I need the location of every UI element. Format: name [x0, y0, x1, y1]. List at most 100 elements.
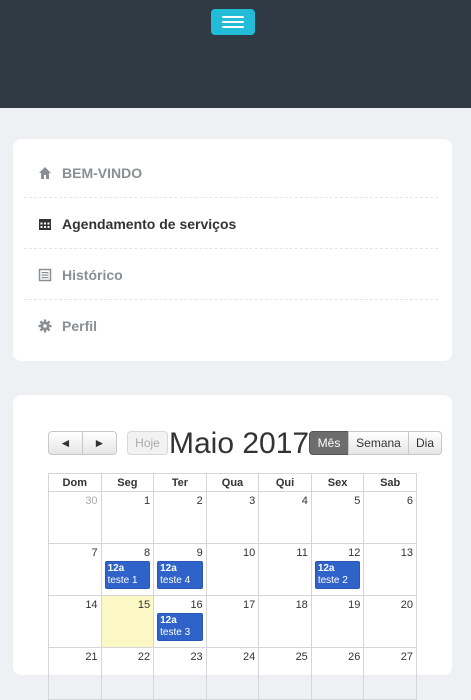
week-row: 7 8 12a teste 1 9 12a teste 4 10 11 12 1…: [48, 543, 417, 596]
day-number: 5: [354, 495, 361, 507]
nav-item-bem-vindo[interactable]: BEM-VINDO: [24, 148, 438, 198]
event-time: 12a: [317, 563, 335, 574]
day-number: 15: [137, 599, 151, 611]
hamburger-icon-bar: [222, 26, 244, 28]
weekday-header: Sex: [310, 473, 365, 492]
view-week-button[interactable]: Semana: [348, 431, 409, 455]
gear-icon: [38, 319, 52, 333]
day-cell[interactable]: 25: [258, 647, 312, 700]
weekday-header: Sab: [363, 473, 417, 492]
day-number: 6: [406, 495, 413, 507]
day-number: 17: [243, 599, 256, 611]
nav-item-historico[interactable]: Histórico: [24, 250, 438, 300]
calendar-event[interactable]: 12a teste 3: [157, 613, 203, 641]
day-cell[interactable]: 26: [310, 647, 365, 700]
day-cell[interactable]: 21: [48, 647, 102, 700]
weekday-header: Seg: [100, 473, 155, 492]
nav-item-label: Perfil: [62, 318, 98, 334]
day-cell[interactable]: 19: [310, 595, 365, 648]
weekday-header-row: Dom Seg Ter Qua Qui Sex Sab: [48, 473, 417, 492]
month-grid: Dom Seg Ter Qua Qui Sex Sab 30 1 2 3 4 5…: [48, 473, 417, 700]
day-cell[interactable]: 10: [205, 543, 260, 596]
day-cell[interactable]: 13: [363, 543, 417, 596]
event-title: teste 1: [107, 575, 138, 586]
day-number: 14: [85, 599, 98, 611]
day-cell[interactable]: 27: [363, 647, 417, 700]
day-number: 1: [144, 495, 151, 507]
day-number: 10: [243, 547, 256, 559]
nav-item-perfil[interactable]: Perfil: [24, 301, 438, 351]
day-cell[interactable]: 23: [153, 647, 207, 700]
day-cell[interactable]: 22: [100, 647, 155, 700]
day-number: 30: [85, 495, 98, 507]
day-cell[interactable]: 6: [363, 491, 417, 544]
day-cell[interactable]: 3: [205, 491, 260, 544]
home-icon: [39, 166, 51, 179]
day-cell[interactable]: 12 12a teste 2: [310, 543, 365, 596]
day-number: 25: [295, 651, 308, 663]
event-title: teste 2: [317, 575, 348, 586]
day-cell[interactable]: 2: [153, 491, 207, 544]
day-cell[interactable]: 24: [205, 647, 260, 700]
day-cell[interactable]: 9 12a teste 4: [153, 543, 207, 596]
calendar-event[interactable]: 12a teste 1: [104, 561, 151, 589]
day-number: 26: [348, 651, 361, 663]
day-number: 19: [348, 599, 361, 611]
nav-item-label: Agendamento de serviços: [62, 215, 237, 232]
day-cell[interactable]: 5: [310, 491, 365, 544]
top-navbar: [0, 0, 471, 108]
event-title: teste 3: [160, 627, 191, 638]
day-number: 12: [348, 547, 361, 559]
day-number: 27: [400, 651, 413, 663]
day-number: 18: [295, 599, 308, 611]
day-cell[interactable]: 11: [258, 543, 312, 596]
view-day-button[interactable]: Dia: [408, 431, 442, 455]
day-number: 22: [137, 651, 151, 663]
view-month-button[interactable]: Mês: [309, 431, 349, 455]
day-number: 11: [296, 547, 308, 559]
prev-month-button[interactable]: ◄: [48, 431, 83, 455]
today-cell[interactable]: 15: [100, 595, 155, 648]
day-cell[interactable]: 16 12a teste 3: [153, 595, 207, 648]
nav-item-label: BEM-VINDO: [62, 164, 143, 181]
week-row: 14 15 16 12a teste 3 17 18 19 20: [48, 595, 417, 648]
event-time: 12a: [107, 563, 125, 574]
day-cell[interactable]: 30: [48, 491, 102, 544]
day-number: 24: [243, 651, 256, 663]
day-number: 7: [91, 547, 98, 559]
day-cell[interactable]: 8 12a teste 1: [100, 543, 155, 596]
weekday-header: Qua: [205, 473, 260, 492]
day-cell[interactable]: 17: [205, 595, 260, 648]
day-cell[interactable]: 1: [100, 491, 155, 544]
week-row: 21 22 23 24 25 26 27: [48, 647, 417, 700]
day-number: 21: [85, 651, 98, 663]
nav-item-agendamento[interactable]: Agendamento de serviços: [24, 199, 438, 249]
day-cell[interactable]: 20: [363, 595, 417, 648]
day-number: 2: [196, 495, 203, 507]
day-number: 8: [144, 547, 151, 559]
event-time: 12a: [160, 563, 177, 574]
nav-item-label: Histórico: [62, 266, 123, 283]
day-cell[interactable]: 7: [48, 543, 102, 596]
hamburger-icon: [222, 16, 244, 18]
day-cell[interactable]: 14: [48, 595, 102, 648]
day-number: 9: [196, 547, 203, 559]
calendar-event[interactable]: 12a teste 2: [314, 561, 361, 589]
day-cell[interactable]: 4: [258, 491, 312, 544]
next-month-button[interactable]: ►: [82, 431, 117, 455]
day-number: 13: [400, 547, 413, 559]
navigation-menu: BEM-VINDO Agendamento de serviços Histór…: [13, 139, 452, 361]
menu-toggle-button[interactable]: [211, 9, 255, 35]
day-number: 16: [190, 599, 203, 611]
calendar-title: Maio 2017: [169, 427, 310, 460]
day-number: 4: [301, 495, 308, 507]
event-time: 12a: [160, 615, 177, 626]
day-number: 3: [249, 495, 256, 507]
week-row: 30 1 2 3 4 5 6: [48, 491, 417, 544]
day-number: 23: [190, 651, 203, 663]
today-button[interactable]: Hoje: [127, 431, 168, 455]
day-number: 20: [400, 599, 413, 611]
day-cell[interactable]: 18: [258, 595, 312, 648]
calendar-event[interactable]: 12a teste 4: [157, 561, 203, 589]
calendar-icon: [39, 218, 51, 230]
